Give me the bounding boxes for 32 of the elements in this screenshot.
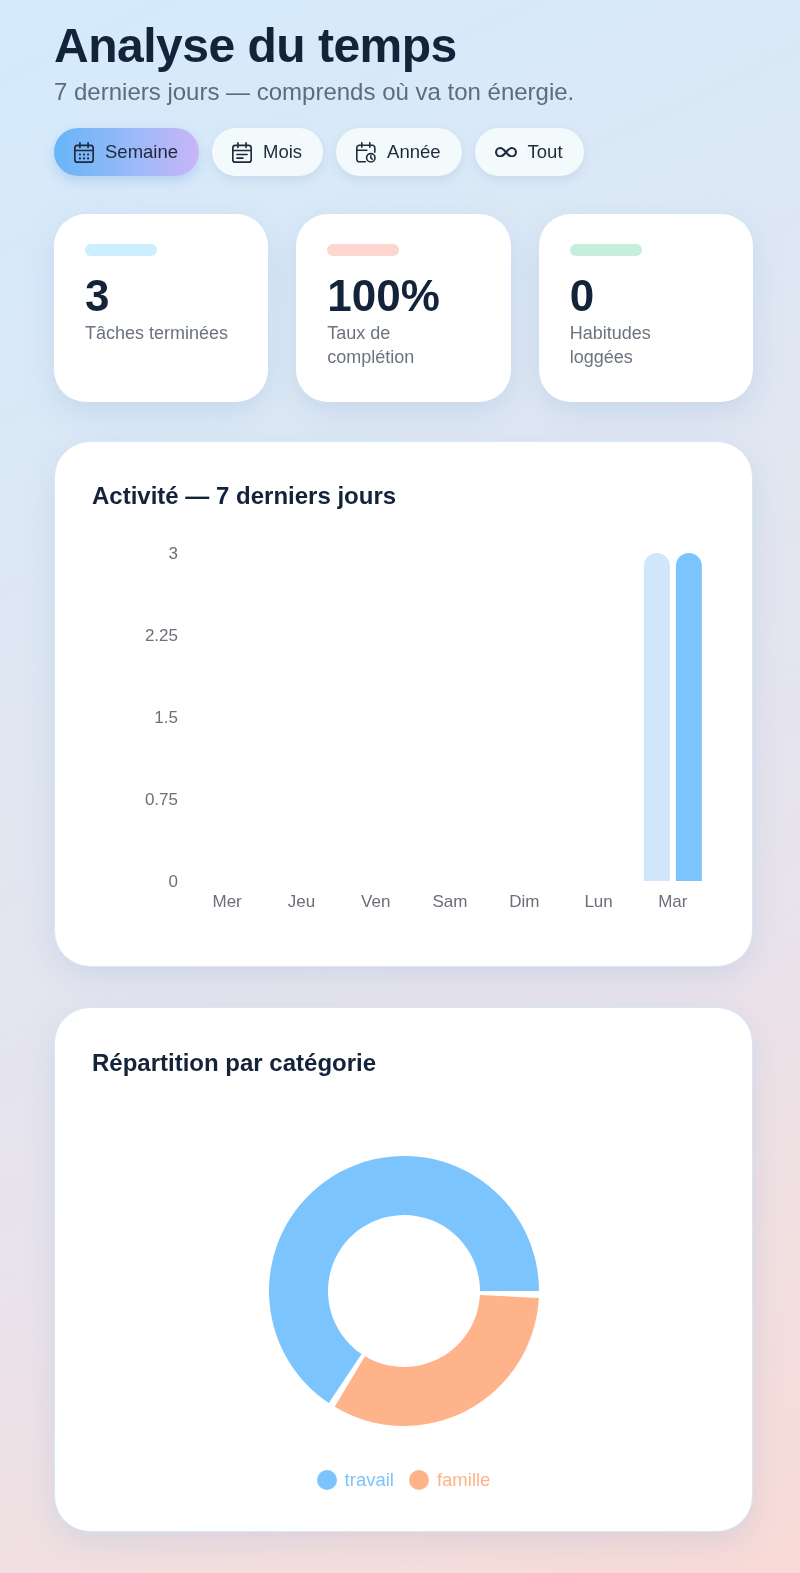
calendar-clock-icon bbox=[356, 141, 377, 163]
stat-value: 3 bbox=[85, 271, 110, 321]
stat-value: 100% bbox=[327, 271, 440, 321]
legend-label: travail bbox=[344, 1468, 394, 1492]
x-axis-label: Mer bbox=[212, 891, 242, 911]
y-axis-label: 0 bbox=[168, 871, 178, 891]
period-tab[interactable]: Mois bbox=[212, 128, 324, 176]
stat-label: Habitudes loggées bbox=[569, 322, 652, 369]
chart-title: Répartition par catégorie bbox=[92, 1048, 377, 1078]
page-subtitle: 7 derniers jours — comprends où va ton énergie. bbox=[54, 78, 575, 106]
x-axis-label: Mar bbox=[658, 891, 688, 911]
period-tab[interactable]: Année bbox=[336, 128, 462, 176]
page-title: Analyse du temps bbox=[54, 18, 457, 74]
x-axis-label: Ven bbox=[361, 891, 391, 911]
x-axis-label: Jeu bbox=[287, 891, 316, 911]
x-axis-label: Dim bbox=[509, 891, 540, 911]
legend-label: famille bbox=[436, 1468, 491, 1492]
stat-label: Tâches terminées bbox=[85, 322, 229, 345]
chart-title: Activité — 7 derniers jours bbox=[92, 481, 397, 511]
x-axis-label: Sam bbox=[432, 891, 468, 911]
y-axis-label: 1.5 bbox=[154, 707, 178, 727]
y-axis-label: 0.75 bbox=[144, 789, 178, 809]
x-axis-label: Lun bbox=[584, 891, 613, 911]
infinity-icon bbox=[494, 146, 517, 158]
period-tab[interactable]: Semaine bbox=[54, 128, 199, 176]
calendar-icon bbox=[232, 141, 252, 163]
stat-value: 0 bbox=[569, 271, 595, 321]
y-axis-label: 2.25 bbox=[144, 625, 178, 645]
y-axis-label: 3 bbox=[168, 543, 178, 563]
period-tab[interactable]: Tout bbox=[474, 128, 584, 176]
stat-label: Taux de complétion bbox=[327, 322, 416, 369]
calendar-icon bbox=[74, 141, 94, 163]
